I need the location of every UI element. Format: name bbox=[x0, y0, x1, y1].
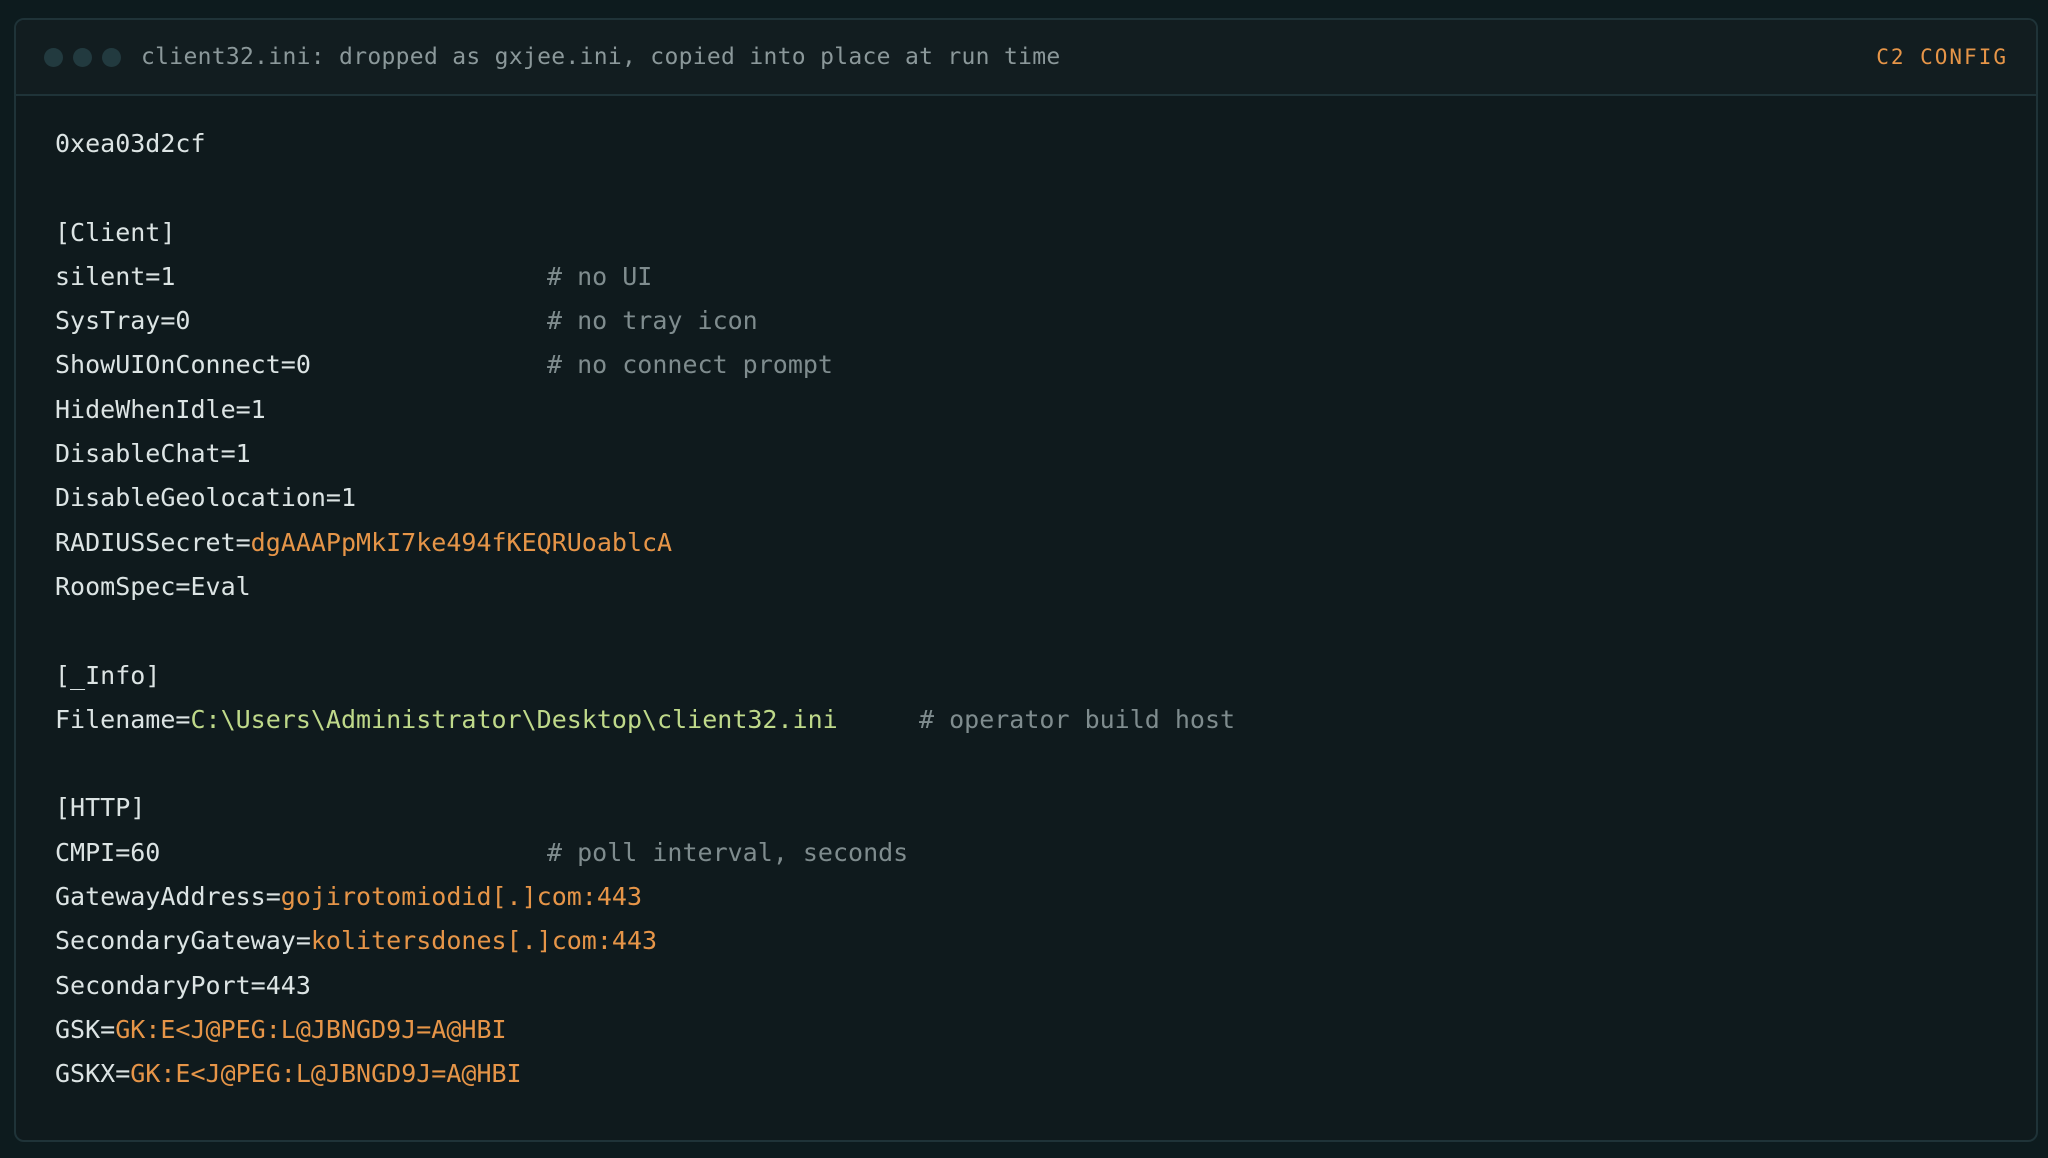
line-key: RADIUSSecret= bbox=[55, 527, 251, 557]
line-key: CMPI=60 bbox=[55, 837, 161, 867]
line-key: Filename= bbox=[55, 704, 191, 734]
close-dot-icon[interactable] bbox=[44, 47, 63, 67]
line-key: DisableChat=1 bbox=[55, 439, 251, 469]
code-line: GSKX=GK:E<J@PEG:L@JBNGD9J=A@HBI bbox=[55, 1052, 2036, 1096]
line-key: HideWhenIdle=1 bbox=[55, 394, 266, 424]
line-comment: # no tray icon bbox=[547, 306, 758, 336]
code-line: GatewayAddress=gojirotomiodid[.]com:443 bbox=[55, 875, 2036, 919]
code-line: SecondaryGateway=kolitersdones[.]com:443 bbox=[55, 919, 2036, 963]
line-key: GSKX= bbox=[55, 1059, 131, 1089]
section-header: [HTTP] bbox=[55, 786, 2036, 830]
line-key: SecondaryPort=443 bbox=[55, 970, 311, 1000]
line-key: [_Info] bbox=[55, 660, 161, 690]
code-line: silent=1 # no UI bbox=[55, 255, 2036, 299]
line-key: SecondaryGateway= bbox=[55, 926, 311, 956]
line-value: C:\Users\Administrator\Desktop\client32.… bbox=[190, 704, 838, 734]
line-key: GatewayAddress= bbox=[55, 882, 281, 912]
code-line: DisableGeolocation=1 bbox=[55, 476, 2036, 520]
line-value: GK:E<J@PEG:L@JBNGD9J=A@HBI bbox=[130, 1059, 522, 1089]
window-titlebar: client32.ini: dropped as gxjee.ini, copi… bbox=[16, 20, 2036, 96]
code-line: DisableChat=1 bbox=[55, 432, 2036, 476]
line-key: silent=1 bbox=[55, 261, 176, 291]
line-comment: # no UI bbox=[547, 261, 653, 291]
line-key: [Client] bbox=[55, 217, 176, 247]
minimize-dot-icon[interactable] bbox=[73, 47, 92, 67]
section-tag: C2 CONFIG bbox=[1876, 45, 2008, 69]
window-controls bbox=[44, 47, 121, 67]
line-value: kolitersdones[.]com:443 bbox=[310, 926, 658, 956]
line-key: 0xea03d2cf bbox=[55, 129, 206, 158]
code-line: SysTray=0 # no tray icon bbox=[55, 299, 2036, 343]
config-window: client32.ini: dropped as gxjee.ini, copi… bbox=[14, 18, 2038, 1142]
line-key: SysTray=0 bbox=[55, 306, 191, 336]
code-line: HideWhenIdle=1 bbox=[55, 388, 2036, 432]
window-title: client32.ini: dropped as gxjee.ini, copi… bbox=[141, 44, 1061, 70]
code-line: RoomSpec=Eval bbox=[55, 565, 2036, 609]
line-comment: # operator build host bbox=[919, 704, 1236, 734]
line-comment: # poll interval, seconds bbox=[547, 837, 909, 867]
line-key: RoomSpec=Eval bbox=[55, 571, 251, 601]
code-line: GSK=GK:E<J@PEG:L@JBNGD9J=A@HBI bbox=[55, 1008, 2036, 1052]
line-key: GSK= bbox=[55, 1014, 116, 1044]
section-header: [Client] bbox=[55, 211, 2036, 255]
line-value: gojirotomiodid[.]com:443 bbox=[280, 882, 643, 912]
code-block: 0xea03d2cf [Client] silent=1 # no UI SysT… bbox=[16, 96, 2036, 1097]
line-key: ShowUIOnConnect=0 bbox=[55, 350, 311, 380]
code-line: 0xea03d2cf bbox=[55, 122, 2036, 166]
code-line: RADIUSSecret=dgAAAPpMkI7ke494fKEQRUoablc… bbox=[55, 521, 2036, 565]
code-line: SecondaryPort=443 bbox=[55, 964, 2036, 1008]
line-comment: # no connect prompt bbox=[547, 350, 833, 380]
code-line: Filename=C:\Users\Administrator\Desktop\… bbox=[55, 698, 2036, 742]
code-line: CMPI=60 # poll interval, seconds bbox=[55, 831, 2036, 875]
section-header: [_Info] bbox=[55, 654, 2036, 698]
line-value: GK:E<J@PEG:L@JBNGD9J=A@HBI bbox=[115, 1014, 507, 1044]
line-key: [HTTP] bbox=[55, 793, 146, 823]
code-line: ShowUIOnConnect=0 # no connect prompt bbox=[55, 343, 2036, 387]
maximize-dot-icon[interactable] bbox=[102, 47, 121, 67]
line-key: DisableGeolocation=1 bbox=[55, 483, 357, 513]
line-value: dgAAAPpMkI7ke494fKEQRUoablcA bbox=[250, 527, 673, 557]
